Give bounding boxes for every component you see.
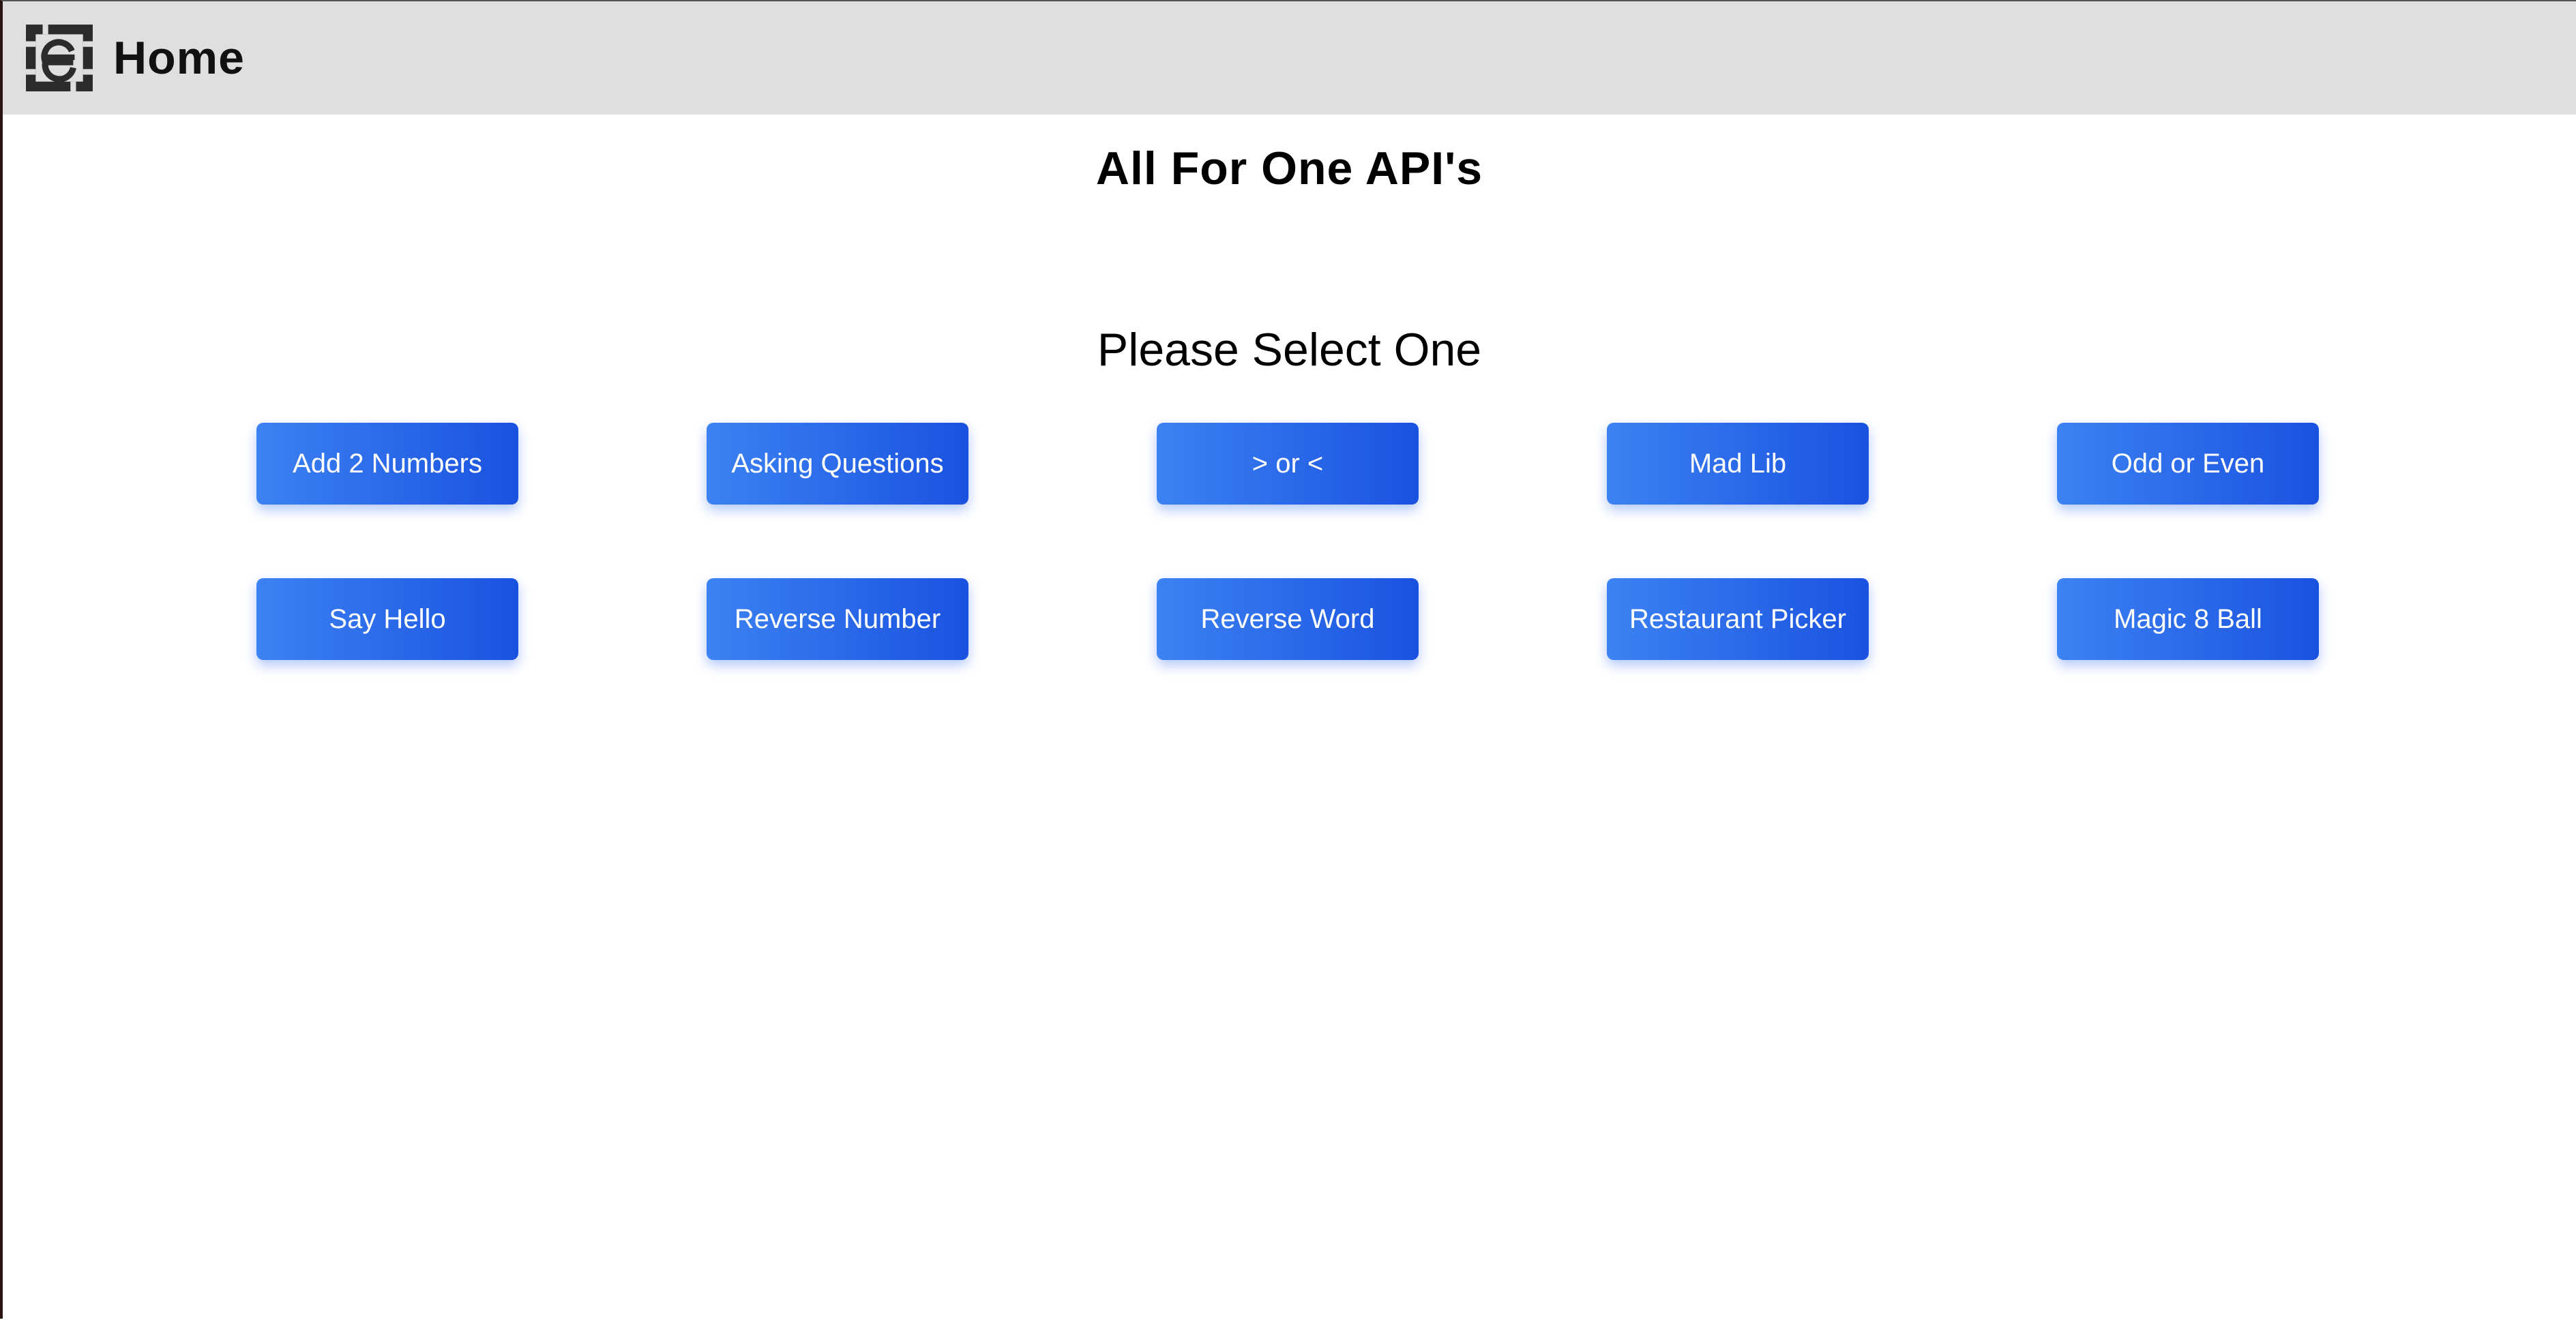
say-hello-button[interactable]: Say Hello [256,578,518,660]
api-button-grid: Add 2 Numbers Asking Questions > or < Ma… [3,1,2576,1320]
magic-8-ball-button[interactable]: Magic 8 Ball [2057,578,2319,660]
odd-or-even-button[interactable]: Odd or Even [2057,423,2319,505]
restaurant-picker-button[interactable]: Restaurant Picker [1607,578,1869,660]
greater-or-less-button[interactable]: > or < [1157,423,1419,505]
reverse-word-button[interactable]: Reverse Word [1157,578,1419,660]
asking-questions-button[interactable]: Asking Questions [707,423,968,505]
mad-lib-button[interactable]: Mad Lib [1607,423,1869,505]
reverse-number-button[interactable]: Reverse Number [707,578,968,660]
add-2-numbers-button[interactable]: Add 2 Numbers [256,423,518,505]
